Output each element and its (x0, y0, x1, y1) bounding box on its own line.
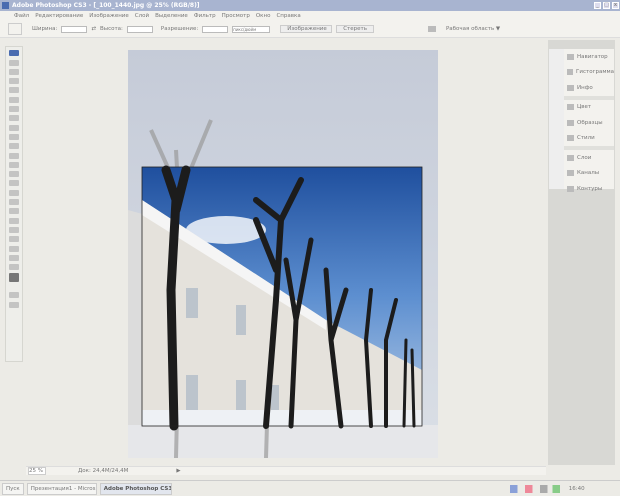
window-title: Adobe Photoshop CS3 - [_100_1440.jpg @ 2… (12, 2, 200, 9)
title-bar: Adobe Photoshop CS3 - [_100_1440.jpg @ 2… (0, 0, 620, 11)
brush-tool-icon[interactable] (9, 124, 19, 131)
width-label: Ширина: (32, 26, 58, 32)
panel-info[interactable]: Инфо (564, 80, 614, 96)
navigator-icon (567, 53, 574, 60)
resolution-label: Разрешение: (160, 26, 199, 32)
doc-size: Док: 24,4M/24,4M (78, 468, 129, 474)
menu-bar: Файл Редактирование Изображение Слой Выделен… (0, 11, 620, 21)
start-button[interactable]: Пуск (2, 482, 24, 495)
workspace-menu[interactable]: Рабочая область ▼ (446, 26, 500, 32)
panel-label: Инфо (577, 84, 593, 91)
shape-tool-icon[interactable] (9, 217, 19, 224)
unit-select[interactable]: пикс/дюйм (232, 25, 271, 33)
document-canvas-area[interactable] (26, 40, 546, 465)
clear-button[interactable]: Стереть (336, 25, 374, 33)
layers-icon (567, 154, 574, 161)
menu-filter[interactable]: Фильтр (194, 11, 216, 21)
hand-tool-icon[interactable] (9, 245, 19, 252)
channels-icon (567, 170, 574, 177)
options-bar: Ширина: ⇄ Высота: Разрешение: пикс/дюйм … (0, 21, 620, 38)
color-icon (567, 104, 574, 111)
menu-edit[interactable]: Редактирование (35, 11, 83, 21)
height-field[interactable] (126, 25, 153, 33)
document-image (128, 50, 438, 459)
resolution-field[interactable] (202, 25, 229, 33)
panel-label: Гистограмма (576, 69, 614, 76)
menu-window[interactable]: Окно (256, 11, 271, 21)
swap-colors-icon[interactable] (9, 264, 19, 271)
crop-tool-preset-icon[interactable] (8, 23, 22, 35)
taskbar-item-photoshop[interactable]: Adobe Photoshop CS3... (99, 482, 172, 495)
gradient-tool-icon[interactable] (9, 161, 19, 168)
panel-label: Каналы (577, 170, 600, 177)
panel-label: Слои (577, 154, 592, 161)
type-tool-icon[interactable] (9, 199, 19, 206)
swap-icon[interactable]: ⇄ (91, 26, 96, 32)
panel-label: Цвет (577, 104, 592, 111)
zoom-tool-icon[interactable] (9, 254, 19, 261)
panel-icon-column (549, 49, 564, 189)
menu-select[interactable]: Выделение (155, 11, 188, 21)
notes-tool-icon[interactable] (9, 226, 19, 233)
menu-image[interactable]: Изображение (89, 11, 129, 21)
quick-mask-icon[interactable] (9, 292, 19, 299)
taskbar-item-powerpoint[interactable]: Презентация1 - Micros... (26, 482, 97, 495)
panel-navigator[interactable]: Навигатор (564, 49, 614, 65)
slice-tool-icon[interactable] (9, 106, 19, 113)
healing-tool-icon[interactable] (9, 115, 19, 122)
panel-list: Навигатор Гистограмма Инфо Цвет Образцы … (564, 49, 614, 192)
move-tool-icon[interactable] (9, 59, 19, 66)
status-menu-arrow[interactable]: ▶ (176, 468, 180, 474)
system-tray-icons (509, 484, 560, 493)
crop-tool-icon[interactable] (9, 96, 19, 103)
tools-panel (5, 46, 23, 362)
photoshop-icon (2, 2, 9, 9)
status-bar: 25 % Док: 24,4M/24,4M ▶ (26, 466, 546, 475)
marquee-tool-icon[interactable] (9, 68, 19, 75)
taskbar: Пуск Презентация1 - Micros... Adobe Phot… (0, 480, 620, 496)
ps-logo-icon (9, 50, 19, 57)
panel-histogram[interactable]: Гистограмма (564, 65, 614, 81)
screen-mode-icon[interactable] (9, 301, 19, 308)
info-icon (567, 84, 574, 91)
close-button[interactable]: x (612, 2, 619, 9)
paths-icon (567, 185, 574, 192)
swatches-icon (567, 119, 574, 126)
menu-layer[interactable]: Слой (135, 11, 149, 21)
image-button[interactable]: Изображение (280, 25, 333, 33)
color-swatch[interactable] (9, 273, 19, 283)
menu-help[interactable]: Справка (276, 11, 300, 21)
width-field[interactable] (61, 25, 88, 33)
panel-label: Образцы (577, 119, 603, 126)
panel-color[interactable]: Цвет (564, 100, 614, 116)
blur-tool-icon[interactable] (9, 171, 19, 178)
clock: 16:40 (568, 485, 585, 492)
panel-paths[interactable]: Контуры (564, 181, 614, 197)
lasso-tool-icon[interactable] (9, 78, 19, 85)
histogram-icon (567, 69, 574, 76)
panel-layers[interactable]: Слои (564, 150, 614, 166)
eraser-tool-icon[interactable] (9, 152, 19, 159)
menu-file[interactable]: Файл (14, 11, 29, 21)
panel-label: Навигатор (577, 53, 608, 60)
stamp-tool-icon[interactable] (9, 133, 19, 140)
eyedropper-tool-icon[interactable] (9, 236, 19, 243)
maximize-button[interactable]: □ (603, 2, 610, 9)
panel-swatches[interactable]: Образцы (564, 115, 614, 131)
dodge-tool-icon[interactable] (9, 180, 19, 187)
zoom-level[interactable]: 25 % (28, 467, 46, 475)
workspace-icon (427, 26, 436, 32)
minimize-button[interactable]: _ (594, 2, 601, 9)
magic-wand-tool-icon[interactable] (9, 87, 19, 94)
path-select-icon[interactable] (9, 208, 19, 215)
panel-styles[interactable]: Стили (564, 131, 614, 147)
height-label: Высота: (99, 26, 123, 32)
menu-view[interactable]: Просмотр (222, 11, 250, 21)
panel-channels[interactable]: Каналы (564, 166, 614, 182)
panel-label: Контуры (577, 185, 603, 192)
pen-tool-icon[interactable] (9, 189, 19, 196)
history-brush-icon[interactable] (9, 143, 19, 150)
panel-label: Стили (577, 135, 595, 142)
styles-icon (567, 135, 574, 142)
